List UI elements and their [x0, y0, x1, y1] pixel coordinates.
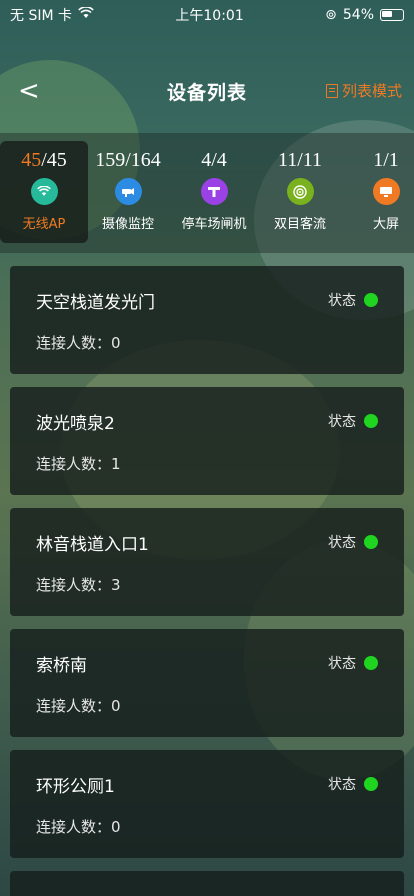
tab-label: 无线AP [22, 217, 66, 232]
status-label: 状态 [328, 535, 356, 551]
binocular-icon [286, 178, 314, 205]
device-name: 波光喷泉2 [36, 414, 115, 434]
tab-label: 摄像监控 [101, 217, 154, 232]
tab-count: 1/1 [373, 149, 399, 171]
device-card[interactable]: 环形公厕1 状态 连接人数：0 [10, 750, 404, 858]
battery-icon [380, 9, 404, 21]
connection-count: 连接人数：0 [36, 334, 121, 352]
status-label: 状态 [328, 414, 356, 430]
device-card[interactable]: 天空栈道发光门 状态 连接人数：0 [10, 266, 404, 374]
tab-count: 11/11 [277, 149, 323, 171]
device-card[interactable]: 索桥南 状态 连接人数：0 [10, 629, 404, 737]
clock: 上午10:01 [175, 8, 244, 24]
page-title: 设备列表 [166, 81, 247, 104]
camera-icon [114, 178, 142, 205]
screen-icon [372, 178, 400, 205]
status-online-dot [364, 656, 378, 670]
list-icon [325, 83, 338, 98]
status-online-dot [364, 414, 378, 428]
tab-binocular-traffic[interactable]: 11/11 双目客流 [256, 141, 344, 243]
status-label: 状态 [328, 656, 356, 672]
wifi-signal-icon [78, 6, 94, 23]
device-card[interactable]: 林音栈道入口1 状态 连接人数：3 [10, 508, 404, 616]
tab-wireless-ap[interactable]: 45/45 无线AP [0, 141, 88, 243]
status-online-dot [364, 293, 378, 307]
status-online-dot [364, 535, 378, 549]
carrier-text: 无 SIM 卡 [10, 8, 72, 24]
tab-label: 双目客流 [273, 217, 326, 232]
tab-count: 159/164 [95, 149, 161, 171]
status-bar: 无 SIM 卡 上午10:01 ⊚ 54% [0, 0, 414, 30]
tab-parking-gate[interactable]: 4/4 停车场闸机 [170, 141, 258, 243]
status-label: 状态 [328, 777, 356, 793]
tab-label: 大屏 [372, 217, 399, 232]
device-card[interactable]: 波光喷泉2 状态 连接人数：1 [10, 387, 404, 495]
device-category-tabs: 45/45 无线AP 159/164 摄像监控 4/4 停车场闸机 11/11 … [0, 133, 414, 253]
connection-count: 连接人数：1 [36, 455, 121, 473]
device-name: 天空栈道发光门 [36, 293, 155, 313]
connection-count: 连接人数：0 [36, 697, 121, 715]
battery-percent: 54% [342, 7, 374, 23]
tab-count: 45/45 [21, 149, 67, 171]
device-name: 林音栈道入口1 [36, 535, 149, 555]
connection-count: 连接人数：0 [36, 818, 121, 836]
device-card[interactable] [10, 871, 404, 896]
back-button[interactable]: < [18, 76, 40, 106]
gate-icon [200, 178, 228, 205]
tab-camera[interactable]: 159/164 摄像监控 [84, 141, 172, 243]
tab-count: 4/4 [201, 149, 227, 171]
wifi-icon [30, 178, 58, 205]
list-mode-label: 列表模式 [341, 82, 402, 100]
nav-bar: < 设备列表 列表模式 [0, 66, 414, 116]
tab-label: 停车场闸机 [181, 217, 247, 232]
status-online-dot [364, 777, 378, 791]
list-mode-button[interactable]: 列表模式 [325, 80, 402, 101]
device-name: 环形公厕1 [36, 777, 115, 797]
tab-big-screen[interactable]: 1/1 大屏 [342, 141, 414, 243]
connection-count: 连接人数：3 [36, 576, 121, 594]
device-name: 索桥南 [36, 656, 87, 676]
status-label: 状态 [328, 293, 356, 309]
rotation-lock-icon: ⊚ [325, 7, 337, 23]
